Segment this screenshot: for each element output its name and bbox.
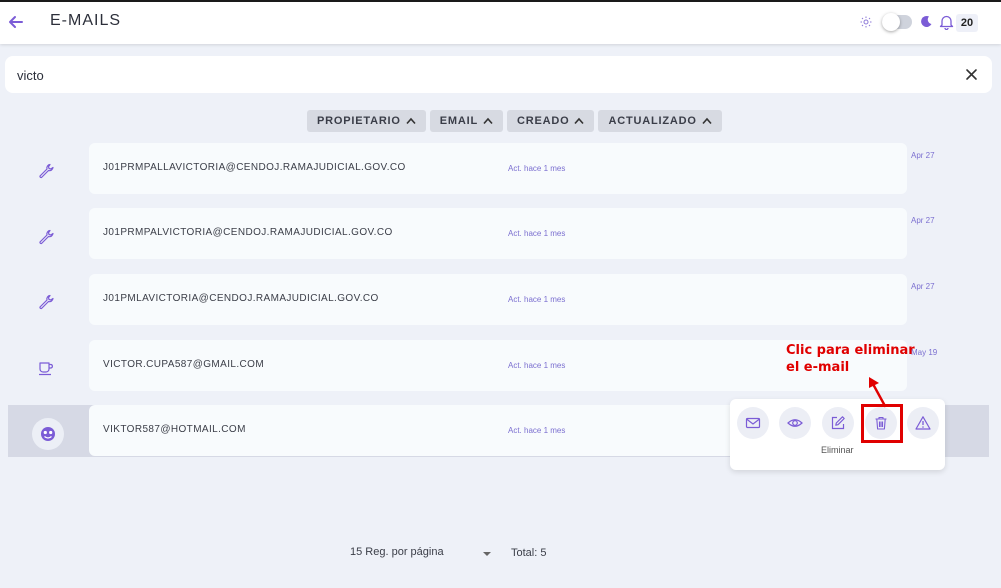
page-title: E-MAILS bbox=[50, 12, 122, 29]
sort-email-button[interactable]: EMAIL bbox=[429, 110, 504, 132]
row-email: VIKTOR587@HOTMAIL.COM bbox=[103, 424, 246, 435]
row-updated: Act. hace 1 mes bbox=[508, 229, 566, 238]
view-button[interactable] bbox=[779, 407, 811, 439]
search-box bbox=[5, 56, 992, 93]
avatar bbox=[32, 418, 64, 450]
list-item[interactable]: VICTOR.CUPA587@GMAIL.COM Act. hace 1 mes bbox=[89, 340, 907, 391]
avatar-icon bbox=[41, 427, 55, 441]
sort-button-label: CREADO bbox=[517, 115, 570, 127]
wrench-icon bbox=[39, 294, 54, 310]
bell-icon[interactable] bbox=[939, 14, 954, 30]
top-bar: E-MAILS 20 bbox=[0, 0, 1001, 44]
list-item[interactable]: J01PRMPALVICTORIA@CENDOJ.RAMAJUDICIAL.GO… bbox=[89, 208, 907, 259]
theme-toggle-knob bbox=[882, 13, 900, 31]
sort-creado-button[interactable]: CREADO bbox=[507, 110, 595, 132]
list-item[interactable]: J01PMLAVICTORIA@CENDOJ.RAMAJUDICIAL.GOV.… bbox=[89, 274, 907, 325]
theme-toggle[interactable] bbox=[882, 13, 912, 31]
wrench-icon bbox=[39, 229, 54, 245]
report-button[interactable] bbox=[907, 407, 939, 439]
action-tooltip-label: Eliminar bbox=[821, 445, 854, 455]
edit-icon bbox=[831, 416, 845, 430]
row-email: VICTOR.CUPA587@GMAIL.COM bbox=[103, 359, 265, 370]
sort-button-label: PROPIETARIO bbox=[317, 115, 401, 127]
send-email-button[interactable] bbox=[737, 407, 769, 439]
sun-icon bbox=[860, 16, 872, 28]
row-updated: Act. hace 1 mes bbox=[508, 361, 566, 370]
row-updated: Act. hace 1 mes bbox=[508, 295, 566, 304]
sort-button-label: ACTUALIZADO bbox=[608, 115, 697, 127]
coffee-icon bbox=[39, 362, 53, 376]
annotation-text: Clic para eliminar el e-mail bbox=[786, 342, 946, 376]
chevron-up-icon bbox=[483, 117, 493, 125]
edit-button[interactable] bbox=[822, 407, 854, 439]
mail-icon bbox=[745, 417, 761, 429]
sort-propietario-button[interactable]: PROPIETARIO bbox=[307, 110, 426, 132]
row-email: J01PRMPALVICTORIA@CENDOJ.RAMAJUDICIAL.GO… bbox=[103, 227, 393, 238]
row-date: Apr 27 bbox=[911, 151, 935, 160]
row-updated: Act. hace 1 mes bbox=[508, 164, 566, 173]
back-arrow-icon[interactable] bbox=[6, 12, 26, 32]
wrench-icon bbox=[39, 163, 54, 179]
total-count: Total: 5 bbox=[511, 547, 547, 559]
chevron-up-icon bbox=[574, 117, 585, 125]
annotation-highlight-box bbox=[861, 404, 903, 443]
row-updated: Act. hace 1 mes bbox=[508, 426, 566, 435]
annotation-line-1: Clic para eliminar bbox=[786, 343, 915, 358]
eye-icon bbox=[787, 419, 803, 427]
notification-count-badge: 20 bbox=[956, 14, 978, 32]
per-page-select[interactable]: 15 Reg. por página bbox=[350, 546, 444, 558]
caret-down-icon[interactable] bbox=[482, 551, 492, 557]
list-item[interactable]: J01PRMPALLAVICTORIA@CENDOJ.RAMAJUDICIAL.… bbox=[89, 143, 907, 194]
pagination: 15 Reg. por página Total: 5 bbox=[350, 546, 650, 564]
moon-icon bbox=[921, 15, 932, 27]
annotation-arrow-icon bbox=[869, 377, 887, 408]
search-input[interactable] bbox=[17, 65, 917, 85]
chevron-up-icon bbox=[702, 117, 712, 125]
row-actions-panel: Eliminar bbox=[730, 399, 945, 470]
row-email: J01PMLAVICTORIA@CENDOJ.RAMAJUDICIAL.GOV.… bbox=[103, 293, 379, 304]
chevron-up-icon bbox=[406, 117, 416, 125]
row-date: Apr 27 bbox=[911, 216, 935, 225]
warning-icon bbox=[915, 416, 931, 430]
annotation-line-2: el e-mail bbox=[786, 360, 850, 375]
sort-button-label: EMAIL bbox=[439, 115, 479, 127]
sort-bar: PROPIETARIO EMAIL CREADO ACTUALIZADO bbox=[307, 110, 722, 132]
row-date: Apr 27 bbox=[911, 282, 935, 291]
row-email: J01PRMPALLAVICTORIA@CENDOJ.RAMAJUDICIAL.… bbox=[103, 162, 406, 173]
sort-actualizado-button[interactable]: ACTUALIZADO bbox=[598, 110, 722, 132]
clear-search-icon[interactable] bbox=[965, 68, 978, 81]
